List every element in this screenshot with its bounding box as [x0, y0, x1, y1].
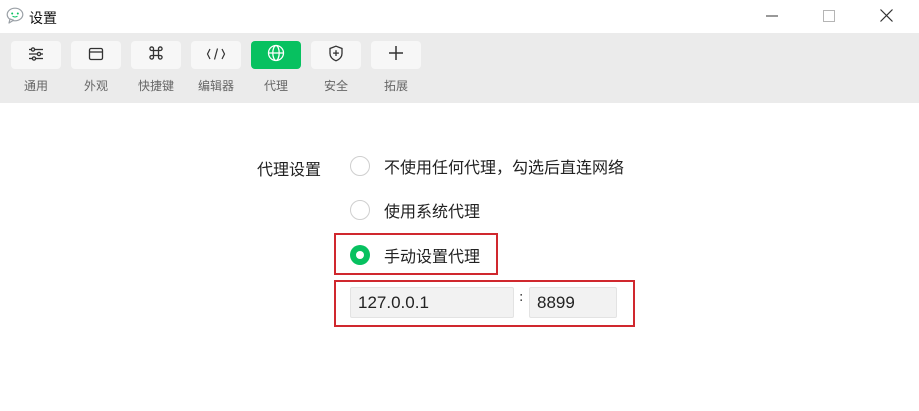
command-key-icon	[148, 45, 164, 65]
tab-extensions[interactable]: 拓展	[369, 41, 423, 99]
proxy-settings-label: 代理设置	[257, 160, 322, 179]
settings-toolbar: 通用 外观 快捷键 编辑器 代理 安全 拓展	[0, 33, 919, 103]
tab-appearance[interactable]: 外观	[69, 41, 123, 99]
window-icon	[88, 46, 104, 65]
proxy-option-system[interactable]: 使用系统代理	[350, 199, 480, 221]
tab-proxy[interactable]: 代理	[249, 41, 303, 99]
tab-proxy-button[interactable]	[251, 41, 301, 69]
close-icon	[879, 7, 893, 26]
tab-extensions-label: 拓展	[383, 79, 408, 93]
highlight-manual-option	[334, 233, 498, 275]
tab-general[interactable]: 通用	[9, 41, 63, 99]
proxy-option-direct-label: 不使用任何代理，勾选后直连网络	[384, 158, 625, 177]
tab-security[interactable]: 安全	[309, 41, 363, 99]
window-title: 设置	[29, 11, 57, 27]
minimize-icon	[766, 7, 778, 26]
globe-icon	[267, 44, 285, 66]
host-port-separator: :	[519, 290, 524, 305]
maximize-icon	[823, 7, 835, 26]
tab-appearance-label: 外观	[83, 79, 108, 93]
radio-system[interactable]	[350, 200, 370, 220]
tab-appearance-button[interactable]	[71, 41, 121, 69]
tab-extensions-button[interactable]	[371, 41, 421, 69]
radio-direct[interactable]	[350, 156, 370, 176]
tab-security-label: 安全	[323, 79, 348, 93]
tab-editor[interactable]: 编辑器	[189, 41, 243, 99]
tab-security-button[interactable]	[311, 41, 361, 69]
code-icon	[206, 46, 226, 65]
maximize-button[interactable]	[805, 0, 853, 33]
sliders-icon	[28, 46, 44, 65]
tab-proxy-label: 代理	[263, 79, 288, 93]
proxy-port-input[interactable]	[529, 287, 617, 318]
plus-icon	[388, 45, 404, 65]
close-button[interactable]	[862, 0, 910, 33]
tab-shortcuts[interactable]: 快捷键	[129, 41, 183, 99]
tab-editor-button[interactable]	[191, 41, 241, 69]
tab-general-button[interactable]	[11, 41, 61, 69]
tab-general-label: 通用	[23, 79, 48, 93]
proxy-host-input[interactable]	[350, 287, 514, 318]
tab-editor-label: 编辑器	[197, 79, 234, 93]
chat-bubble-icon	[6, 7, 24, 24]
proxy-option-system-label: 使用系统代理	[384, 202, 481, 221]
tab-shortcuts-button[interactable]	[131, 41, 181, 69]
tab-shortcuts-label: 快捷键	[137, 79, 174, 93]
shield-icon	[328, 45, 344, 66]
minimize-button[interactable]	[748, 0, 796, 33]
proxy-option-direct[interactable]: 不使用任何代理，勾选后直连网络	[350, 155, 624, 177]
title-bar: 设置	[0, 0, 919, 33]
